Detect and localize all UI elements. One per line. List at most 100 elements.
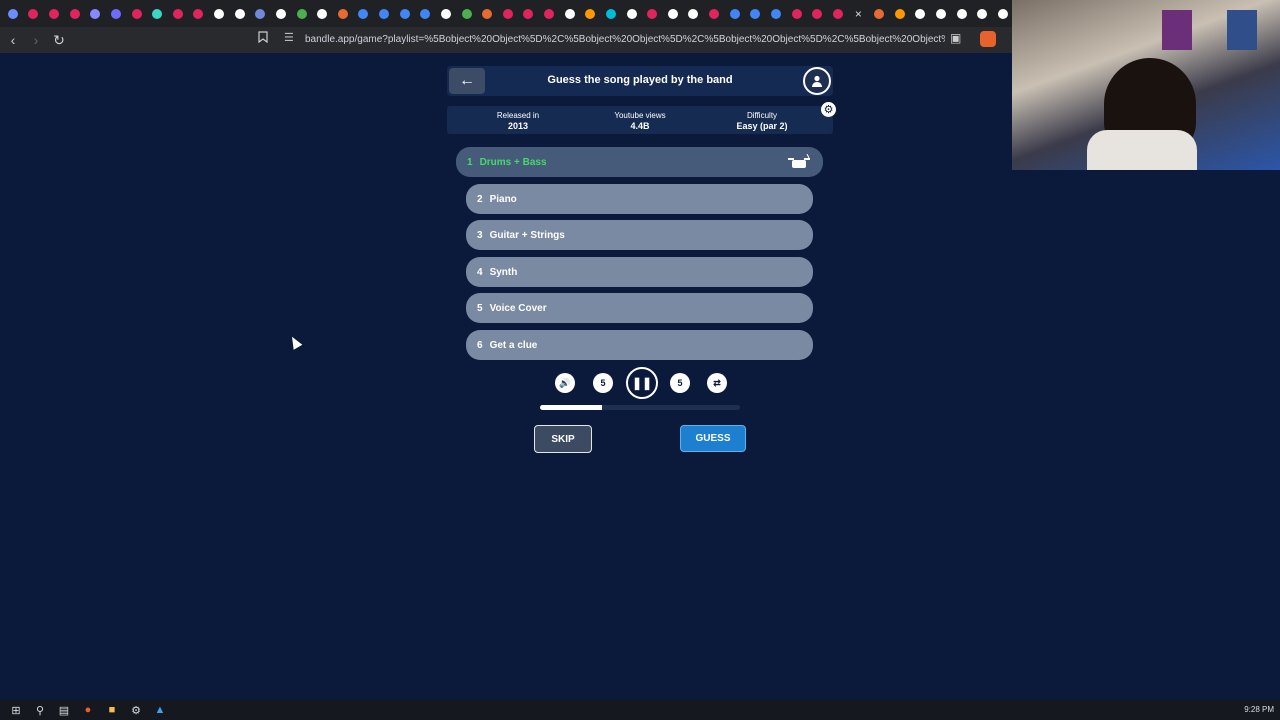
browser-tab[interactable]	[540, 5, 558, 23]
track-label: Drums + Bass	[479, 156, 547, 168]
browser-tab[interactable]	[829, 5, 847, 23]
file-explorer-icon[interactable]: ■	[104, 703, 120, 717]
track-item-voice-cover[interactable]: 5 Voice Cover	[466, 293, 813, 323]
volume-icon[interactable]: 🔊	[555, 373, 575, 393]
browser-tab[interactable]	[128, 5, 146, 23]
released-info: Released in 2013	[468, 111, 568, 131]
browser-tab[interactable]	[582, 5, 600, 23]
close-tab-icon[interactable]: ×	[850, 5, 868, 23]
drums-icon	[787, 153, 811, 173]
browser-tab[interactable]	[87, 5, 105, 23]
browser-tab[interactable]	[437, 5, 455, 23]
browser-tab[interactable]	[664, 5, 682, 23]
track-number: 5	[477, 302, 483, 314]
photos-app-icon[interactable]: ▲	[152, 703, 168, 717]
track-label: Voice Cover	[489, 302, 547, 314]
bookmark-icon[interactable]	[258, 30, 268, 48]
browser-tab[interactable]	[148, 5, 166, 23]
browser-tab[interactable]	[994, 5, 1012, 23]
browser-tab[interactable]	[520, 5, 538, 23]
difficulty-value: Easy (par 2)	[736, 121, 788, 131]
difficulty-label: Difficulty	[746, 111, 778, 120]
browser-tab[interactable]	[602, 5, 620, 23]
browser-app-icon[interactable]: ●	[80, 703, 96, 717]
extension-icon[interactable]	[980, 31, 996, 47]
track-number: 1	[467, 156, 473, 168]
browser-tab[interactable]	[478, 5, 496, 23]
browser-tab[interactable]	[870, 5, 888, 23]
gear-icon[interactable]: ⚙	[821, 102, 836, 117]
browser-tab[interactable]	[932, 5, 950, 23]
skip-button[interactable]: SKIP	[534, 425, 592, 453]
forward-5-icon[interactable]: 5	[670, 373, 690, 393]
browser-tab[interactable]	[375, 5, 393, 23]
browser-tab[interactable]	[685, 5, 703, 23]
track-item-drums-bass[interactable]: 1 Drums + Bass	[456, 147, 823, 177]
browser-tab[interactable]	[747, 5, 765, 23]
track-number: 2	[477, 193, 483, 205]
wall-poster	[1162, 10, 1192, 50]
forward-nav-icon[interactable]: ›	[26, 30, 46, 50]
browser-tab[interactable]	[458, 5, 476, 23]
browser-tab[interactable]	[726, 5, 744, 23]
browser-tab[interactable]	[231, 5, 249, 23]
browser-tab[interactable]	[396, 5, 414, 23]
browser-tab[interactable]	[417, 5, 435, 23]
reload-icon[interactable]: ↻	[49, 30, 69, 50]
browser-tab[interactable]	[210, 5, 228, 23]
webcam-overlay	[1012, 0, 1280, 170]
browser-tab[interactable]	[643, 5, 661, 23]
screen-share-icon[interactable]: ▣	[950, 31, 961, 45]
browser-tab[interactable]	[107, 5, 125, 23]
playback-progress-bar[interactable]	[540, 405, 740, 410]
player-controls: 🔊 5 ❚❚ 5 ⇄	[553, 367, 729, 400]
windows-start-icon[interactable]: ⊞	[8, 703, 24, 717]
browser-tab[interactable]	[190, 5, 208, 23]
browser-tab[interactable]	[169, 5, 187, 23]
track-item-synth[interactable]: 4 Synth	[466, 257, 813, 287]
guess-button[interactable]: GUESS	[680, 425, 746, 452]
track-item-get-clue[interactable]: 6 Get a clue	[466, 330, 813, 360]
browser-tab[interactable]	[45, 5, 63, 23]
browser-tab[interactable]	[891, 5, 909, 23]
browser-tab[interactable]	[561, 5, 579, 23]
browser-tab[interactable]	[705, 5, 723, 23]
browser-tab[interactable]	[973, 5, 991, 23]
browser-tab[interactable]	[499, 5, 517, 23]
track-item-piano[interactable]: 2 Piano	[466, 184, 813, 214]
browser-tab[interactable]	[334, 5, 352, 23]
views-info: Youtube views 4.4B	[590, 111, 690, 131]
browser-tab[interactable]	[293, 5, 311, 23]
browser-tab[interactable]	[788, 5, 806, 23]
browser-tab[interactable]	[953, 5, 971, 23]
page-title: Guess the song played by the band	[547, 74, 733, 86]
browser-tab[interactable]	[623, 5, 641, 23]
browser-tab[interactable]	[355, 5, 373, 23]
game-header: ← Guess the song played by the band	[447, 66, 833, 96]
browser-tab[interactable]	[767, 5, 785, 23]
browser-tab[interactable]	[313, 5, 331, 23]
browser-tab[interactable]	[25, 5, 43, 23]
task-view-icon[interactable]: ▤	[56, 703, 72, 717]
browser-tab[interactable]	[252, 5, 270, 23]
pause-icon[interactable]: ❚❚	[626, 367, 658, 399]
browser-tab[interactable]	[912, 5, 930, 23]
profile-icon[interactable]	[803, 67, 831, 95]
settings-app-icon[interactable]: ⚙	[128, 703, 144, 717]
browser-tab[interactable]	[4, 5, 22, 23]
track-item-guitar-strings[interactable]: 3 Guitar + Strings	[466, 220, 813, 250]
rewind-5-icon[interactable]: 5	[593, 373, 613, 393]
site-info-icon[interactable]: ☰	[284, 31, 294, 44]
taskbar-clock: 9:28 PM	[1244, 705, 1274, 714]
repeat-off-icon[interactable]: ⇄	[707, 373, 727, 393]
track-label: Synth	[489, 266, 518, 278]
song-info-bar: Released in 2013 Youtube views 4.4B Diff…	[447, 106, 833, 134]
browser-tab[interactable]	[272, 5, 290, 23]
back-nav-icon[interactable]: ‹	[3, 30, 23, 50]
streamer-shirt	[1087, 130, 1197, 170]
progress-fill	[540, 405, 602, 410]
browser-tab[interactable]	[66, 5, 84, 23]
address-bar[interactable]: bandle.app/game?playlist=%5Bobject%20Obj…	[305, 34, 945, 45]
search-icon[interactable]: ⚲	[32, 703, 48, 717]
browser-tab[interactable]	[808, 5, 826, 23]
